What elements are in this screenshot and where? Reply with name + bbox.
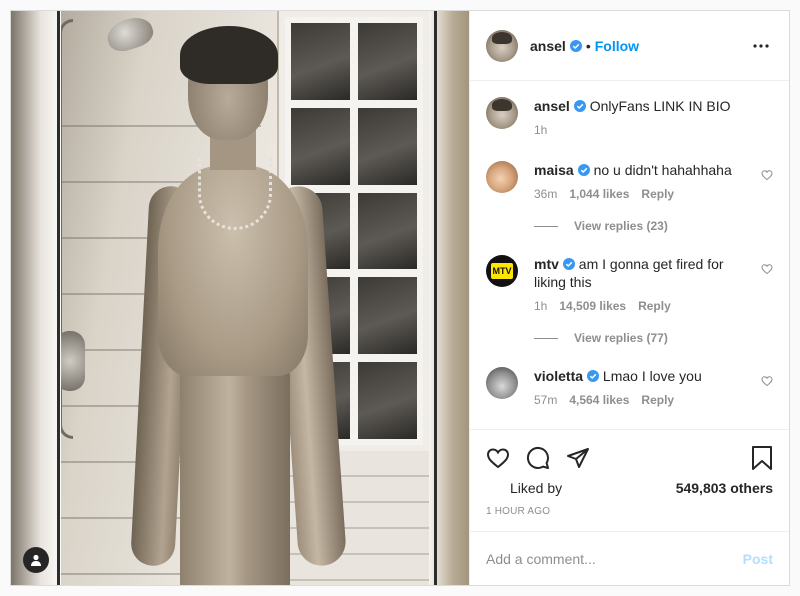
- add-comment-bar: Post: [470, 531, 789, 585]
- instagram-post: ansel • Follow ansel OnlyFans LINK IN BI…: [10, 10, 790, 586]
- verified-badge-icon: [573, 100, 586, 112]
- comment-item: violetta Lmao I love you 57m 4,564 likes…: [486, 367, 773, 407]
- likes-count[interactable]: 549,803 others: [676, 480, 773, 496]
- bookmark-icon[interactable]: [745, 438, 773, 478]
- post-timestamp[interactable]: 1 HOUR AGO: [486, 506, 773, 517]
- avatar[interactable]: [486, 97, 518, 129]
- photo-print-frame: [57, 11, 437, 585]
- reply-button[interactable]: Reply: [641, 393, 674, 407]
- comment-text: no u didn't hahahhaha: [593, 162, 732, 178]
- replies-divider-line: [534, 337, 558, 339]
- liked-by-row[interactable]: Liked by 549,803 others: [486, 480, 773, 496]
- tagged-users-icon[interactable]: [23, 547, 49, 573]
- comment-username[interactable]: mtv: [534, 256, 559, 272]
- header-username[interactable]: ansel: [530, 38, 566, 54]
- comment-item: maisa no u didn't hahahhaha 36m 1,044 li…: [486, 161, 773, 201]
- action-icons-row: [486, 438, 773, 478]
- replies-divider-line: [534, 225, 558, 227]
- verified-badge-icon: [577, 164, 590, 176]
- view-replies-label: View replies (77): [574, 331, 668, 345]
- avatar[interactable]: MTV: [486, 255, 518, 287]
- comment-likes[interactable]: 4,564 likes: [569, 393, 629, 407]
- more-options-icon[interactable]: [749, 34, 773, 58]
- comment-text: Lmao I love you: [602, 368, 702, 384]
- post-comment-button[interactable]: Post: [743, 551, 773, 567]
- post-actions: Liked by 549,803 others 1 HOUR AGO: [470, 429, 789, 531]
- comment-input[interactable]: [486, 550, 743, 567]
- photo-print-border-left: [11, 11, 61, 585]
- follow-button[interactable]: Follow: [595, 38, 639, 54]
- caption-time: 1h: [534, 123, 548, 137]
- caption-text: OnlyFans LINK IN BIO: [589, 98, 731, 114]
- comment-username[interactable]: violetta: [534, 368, 583, 384]
- mtv-logo: MTV: [491, 263, 513, 279]
- comment-likes[interactable]: 14,509 likes: [559, 299, 626, 313]
- caption: ansel OnlyFans LINK IN BIO 1h: [486, 97, 773, 137]
- like-comment-heart-icon[interactable]: [761, 375, 773, 387]
- post-photo[interactable]: [11, 11, 469, 585]
- comment-time[interactable]: 57m: [534, 393, 557, 407]
- share-icon[interactable]: [566, 438, 606, 478]
- avatar[interactable]: [486, 161, 518, 193]
- post-side-panel: ansel • Follow ansel OnlyFans LINK IN BI…: [469, 11, 789, 585]
- view-replies-label: View replies (23): [574, 219, 668, 233]
- reply-button[interactable]: Reply: [638, 299, 671, 313]
- caption-username[interactable]: ansel: [534, 98, 570, 114]
- view-replies-button[interactable]: View replies (77): [534, 331, 773, 345]
- comment-time[interactable]: 36m: [534, 187, 557, 201]
- comment-username[interactable]: maisa: [534, 162, 574, 178]
- verified-badge-icon: [569, 39, 582, 52]
- reply-button[interactable]: Reply: [641, 187, 674, 201]
- comment-item: MTV mtv am I gonna get fired for liking …: [486, 255, 773, 313]
- header-separator: •: [585, 37, 591, 54]
- verified-badge-icon: [562, 258, 575, 270]
- like-comment-heart-icon[interactable]: [761, 169, 773, 181]
- avatar[interactable]: [486, 29, 518, 62]
- comments-list[interactable]: ansel OnlyFans LINK IN BIO 1h maisa no u…: [470, 81, 789, 429]
- view-replies-button[interactable]: View replies (23): [534, 219, 773, 233]
- post-header: ansel • Follow: [470, 11, 789, 81]
- comment-likes[interactable]: 1,044 likes: [569, 187, 629, 201]
- comment-icon[interactable]: [526, 438, 566, 478]
- heart-icon[interactable]: [486, 438, 526, 478]
- verified-badge-icon: [587, 370, 600, 382]
- avatar[interactable]: [486, 367, 518, 399]
- comment-time[interactable]: 1h: [534, 299, 547, 313]
- like-comment-heart-icon[interactable]: [761, 263, 773, 275]
- liked-by-label: Liked by: [510, 480, 563, 496]
